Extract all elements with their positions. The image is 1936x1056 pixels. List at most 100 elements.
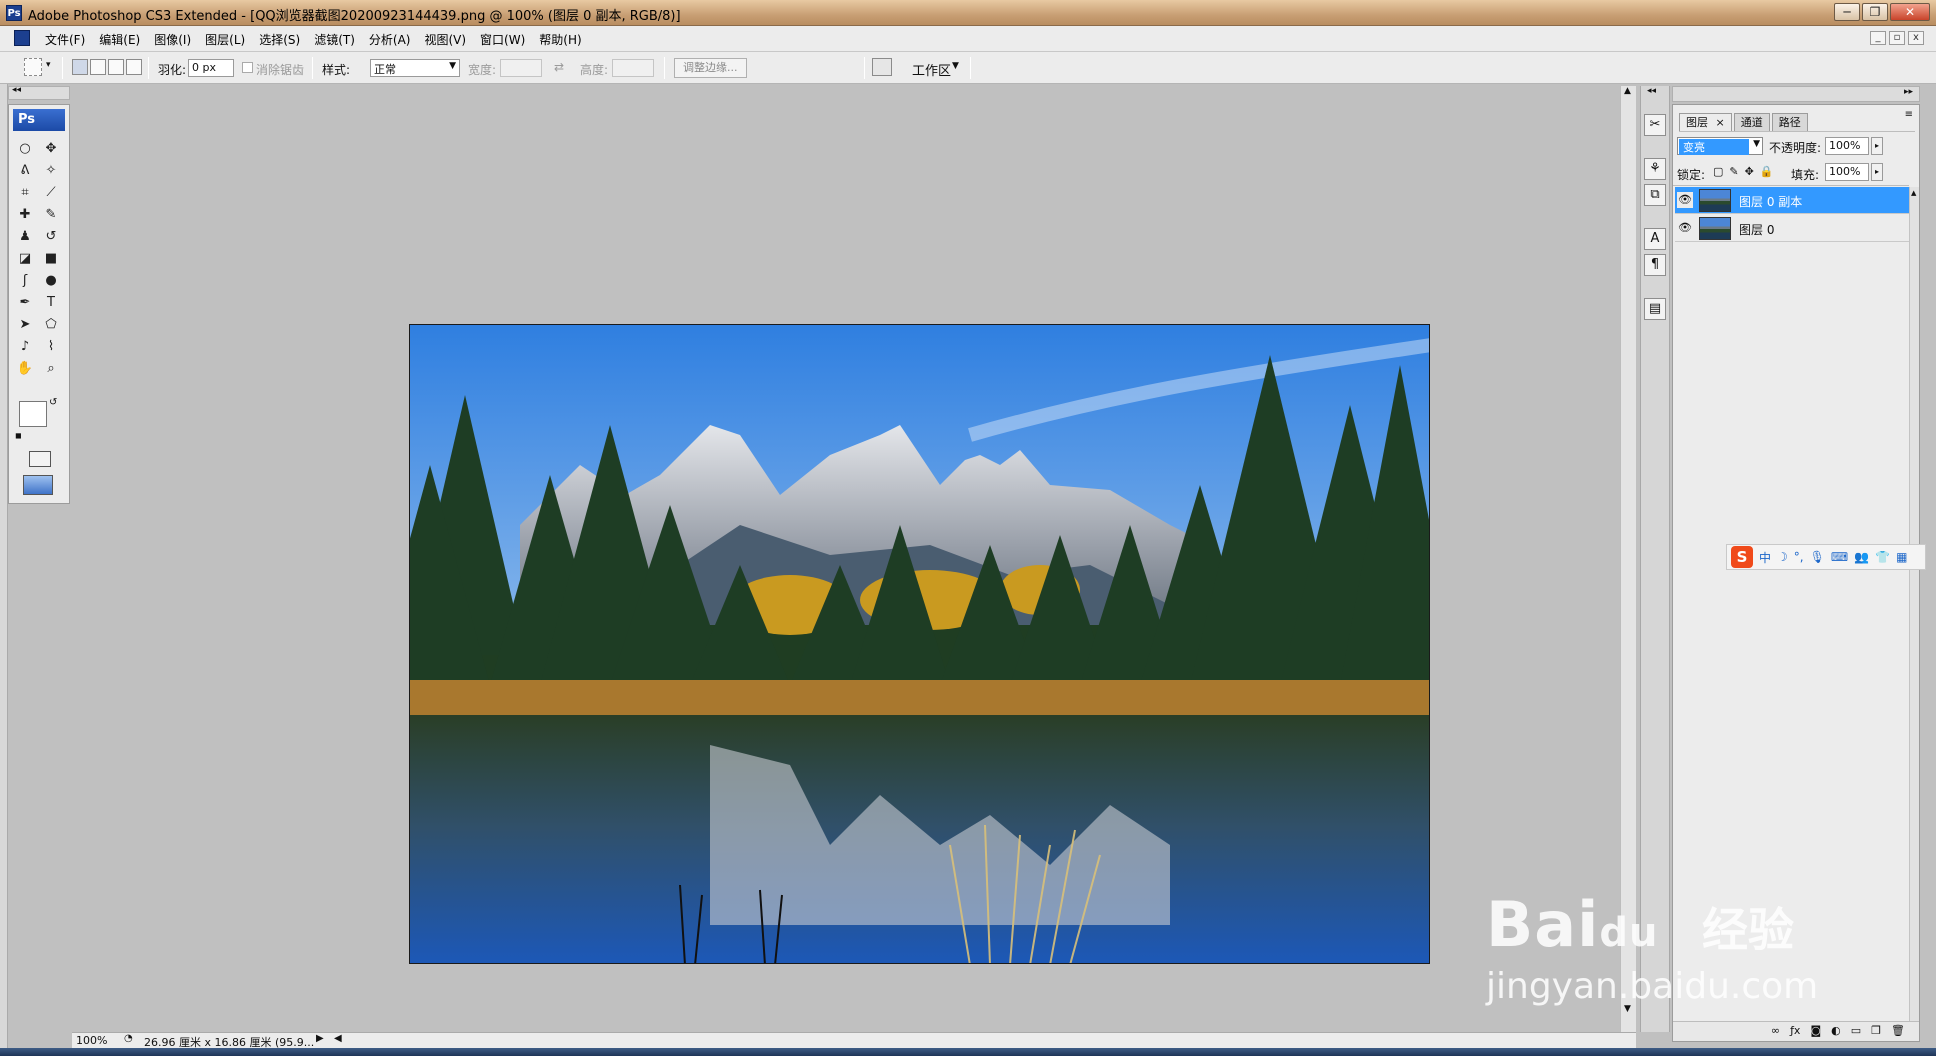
scroll-left-icon[interactable]: ◀ — [334, 1033, 342, 1044]
lock-transparent-icon[interactable]: ▢ — [1713, 165, 1723, 178]
ime-keyboard-icon[interactable]: ⌨ — [1831, 550, 1848, 564]
intersect-selection-icon[interactable] — [126, 59, 142, 75]
doc-minimize-button[interactable]: _ — [1870, 31, 1886, 45]
crop-icon[interactable]: ⌗ — [14, 183, 36, 203]
sogou-logo-icon[interactable]: S — [1731, 546, 1753, 568]
opacity-slider-arrow-icon[interactable]: ▸ — [1871, 137, 1883, 155]
refine-edge-button[interactable]: 调整边缘... — [674, 58, 747, 78]
menu-edit[interactable]: 编辑(E) — [92, 31, 147, 48]
restore-button[interactable]: ❐ — [1862, 3, 1888, 21]
menu-view[interactable]: 视图(V) — [417, 31, 473, 48]
eraser-icon[interactable]: ◪ — [14, 249, 36, 269]
feather-input[interactable]: 0 px — [188, 59, 234, 77]
gradient-icon[interactable]: ■ — [40, 249, 62, 269]
layer-comps-icon[interactable]: ▤ — [1644, 298, 1666, 320]
ime-skin-icon[interactable]: 👕 — [1875, 550, 1890, 564]
panel-menu-icon[interactable]: ≡ — [1905, 109, 1913, 120]
menu-filter[interactable]: 滤镜(T) — [307, 31, 362, 48]
document-icon[interactable] — [14, 30, 30, 46]
doc-close-button[interactable]: x — [1908, 31, 1924, 45]
eye-icon[interactable]: 👁 — [1677, 192, 1693, 208]
menu-select[interactable]: 选择(S) — [252, 31, 307, 48]
menu-file[interactable]: 文件(F) — [38, 31, 92, 48]
hand-icon[interactable]: ✋ — [14, 359, 36, 379]
smudge-icon[interactable]: ʃ — [14, 271, 36, 291]
type-icon[interactable]: T — [40, 293, 62, 313]
brush-icon[interactable]: ✎ — [40, 205, 62, 225]
layers-scrollbar[interactable]: ▲ — [1909, 187, 1919, 1021]
scroll-up-icon[interactable]: ▲ — [1911, 189, 1916, 197]
move-icon[interactable]: ✥ — [40, 139, 62, 159]
pen-icon[interactable]: ✒ — [14, 293, 36, 313]
zoom-level[interactable]: 100% — [76, 1034, 107, 1047]
layer-row-base[interactable]: 👁 图层 0 — [1675, 215, 1909, 242]
eyedropper-icon[interactable]: ⌇ — [40, 337, 62, 357]
zoom-icon[interactable]: ⌕ — [40, 359, 62, 379]
menu-analysis[interactable]: 分析(A) — [362, 31, 418, 48]
toolbox-header[interactable]: ◂◂ — [8, 85, 70, 100]
workspace-menu[interactable]: 工作区 — [912, 60, 951, 79]
elliptical-marquee-icon[interactable]: ○ — [14, 139, 36, 159]
ime-punctuation-icon[interactable]: °, — [1794, 550, 1804, 564]
ime-voice-icon[interactable]: 🎙 — [1810, 550, 1825, 564]
ime-halfwidth-icon[interactable]: ☽ — [1777, 550, 1788, 564]
dodge-icon[interactable]: ● — [40, 271, 62, 291]
doc-restore-button[interactable]: ▫ — [1889, 31, 1905, 45]
eye-icon[interactable]: 👁 — [1677, 220, 1693, 236]
new-layer-icon[interactable]: ❐ — [1871, 1022, 1881, 1041]
menu-layer[interactable]: 图层(L) — [198, 31, 252, 48]
minimize-button[interactable]: ─ — [1834, 3, 1860, 21]
preset-dropdown-icon[interactable]: ▾ — [46, 60, 51, 70]
lock-pixels-icon[interactable]: ✎ — [1729, 165, 1738, 178]
history-brush-icon[interactable]: ↺ — [40, 227, 62, 247]
foreground-color-swatch[interactable] — [19, 401, 47, 427]
tool-presets-icon[interactable]: ✂ — [1644, 114, 1666, 136]
style-select[interactable]: 正常 ▼ — [370, 59, 460, 77]
ime-toolbox-icon[interactable]: ▦ — [1896, 550, 1907, 564]
height-input[interactable] — [612, 59, 654, 77]
clone-source-icon[interactable]: ⧉ — [1644, 184, 1666, 206]
opacity-input[interactable]: 100% — [1825, 137, 1869, 155]
document-canvas[interactable] — [409, 324, 1430, 964]
lock-position-icon[interactable]: ✥ — [1745, 165, 1754, 178]
status-menu-arrow-icon[interactable]: ▶ — [316, 1033, 324, 1044]
quick-mask-icon[interactable] — [29, 451, 51, 467]
width-input[interactable] — [500, 59, 542, 77]
layers-panel-header[interactable]: ▸▸ — [1672, 86, 1920, 102]
rect-marquee-preset-icon[interactable] — [24, 58, 42, 76]
menu-help[interactable]: 帮助(H) — [532, 31, 588, 48]
character-icon[interactable]: A — [1644, 228, 1666, 250]
subtract-selection-icon[interactable] — [108, 59, 124, 75]
swap-icon[interactable]: ⇄ — [554, 60, 564, 74]
fill-input[interactable]: 100% — [1825, 163, 1869, 181]
lock-all-icon[interactable]: 🔒 — [1760, 165, 1774, 178]
screen-mode-icon[interactable] — [23, 475, 53, 495]
menu-image[interactable]: 图像(I) — [147, 31, 198, 48]
expand-dock-icon[interactable]: ◂◂ — [1647, 86, 1656, 96]
layer-row-copy[interactable]: 👁 图层 0 副本 — [1675, 187, 1909, 214]
trash-icon[interactable]: 🗑 — [1891, 1022, 1905, 1041]
workspace-dropdown-icon[interactable]: ▼ — [952, 61, 959, 71]
ime-user-icon[interactable]: 👥 — [1854, 550, 1869, 564]
menu-window[interactable]: 窗口(W) — [473, 31, 532, 48]
tab-channels[interactable]: 通道 — [1733, 113, 1770, 131]
brushes-icon[interactable]: ⚘ — [1644, 158, 1666, 180]
bridge-icon[interactable] — [872, 58, 892, 76]
panel-collapse-icon[interactable]: ▸▸ — [1904, 87, 1913, 97]
ime-chinese-mode[interactable]: 中 — [1759, 549, 1771, 566]
new-selection-icon[interactable] — [72, 59, 88, 75]
add-selection-icon[interactable] — [90, 59, 106, 75]
fill-slider-arrow-icon[interactable]: ▸ — [1871, 163, 1883, 181]
swap-colors-icon[interactable]: ↺ — [49, 397, 57, 408]
slice-icon[interactable]: ⟋ — [40, 183, 62, 203]
notes-icon[interactable]: ♪ — [14, 337, 36, 357]
collapse-arrows-icon[interactable]: ◂◂ — [12, 85, 21, 95]
close-button[interactable]: ✕ — [1890, 3, 1930, 21]
status-info-icon[interactable]: ◔ — [124, 1033, 133, 1044]
paragraph-icon[interactable]: ¶ — [1644, 254, 1666, 276]
group-icon[interactable]: ▭ — [1851, 1022, 1861, 1041]
path-selection-icon[interactable]: ➤ — [14, 315, 36, 335]
antialias-checkbox[interactable] — [242, 62, 253, 73]
default-colors-icon[interactable]: ◼ — [15, 431, 22, 440]
tab-layers[interactable]: 图层 × — [1679, 113, 1732, 131]
